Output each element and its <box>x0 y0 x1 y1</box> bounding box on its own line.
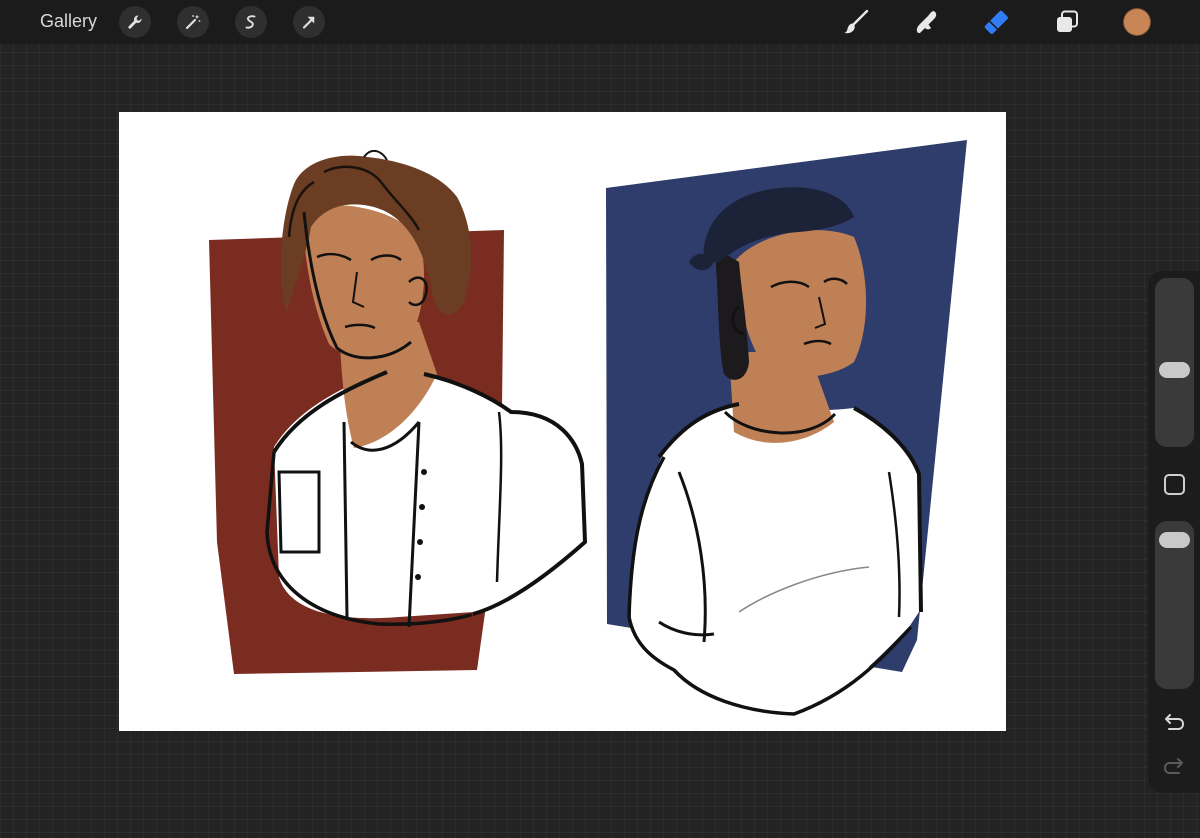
transform-button[interactable] <box>293 6 325 38</box>
adjustments-button[interactable] <box>177 6 209 38</box>
smudge-tool-button[interactable] <box>908 4 944 40</box>
undo-icon <box>1165 714 1185 730</box>
undo-button[interactable] <box>1162 713 1186 733</box>
transform-arrow-icon <box>302 16 315 29</box>
actions-button[interactable] <box>119 6 151 38</box>
layers-button[interactable] <box>1049 4 1085 40</box>
selection-button[interactable] <box>235 6 267 38</box>
gallery-button[interactable]: Gallery <box>40 11 97 32</box>
magic-wand-icon <box>185 14 201 30</box>
redo-button[interactable] <box>1162 757 1186 777</box>
wrench-icon <box>128 15 142 29</box>
opacity-slider[interactable] <box>1155 521 1194 689</box>
smudge-icon <box>916 11 937 34</box>
layers-icon <box>1057 10 1078 32</box>
brush-size-thumb[interactable] <box>1159 361 1190 378</box>
eraser-icon <box>984 10 1008 34</box>
side-toolbar <box>1148 271 1200 793</box>
opacity-thumb[interactable] <box>1159 532 1190 549</box>
selection-icon <box>245 15 256 29</box>
eraser-tool-button[interactable] <box>978 4 1014 40</box>
brush-tool-button[interactable] <box>838 4 874 40</box>
redo-icon <box>1163 758 1183 774</box>
color-picker-swatch[interactable] <box>1123 8 1151 36</box>
brush-icon <box>844 9 869 34</box>
brush-size-slider[interactable] <box>1155 278 1194 447</box>
modify-button[interactable] <box>1164 474 1185 495</box>
artwork-illustration <box>209 140 967 716</box>
top-toolbar: Gallery <box>0 0 1200 44</box>
drawing-canvas[interactable] <box>119 112 1006 731</box>
